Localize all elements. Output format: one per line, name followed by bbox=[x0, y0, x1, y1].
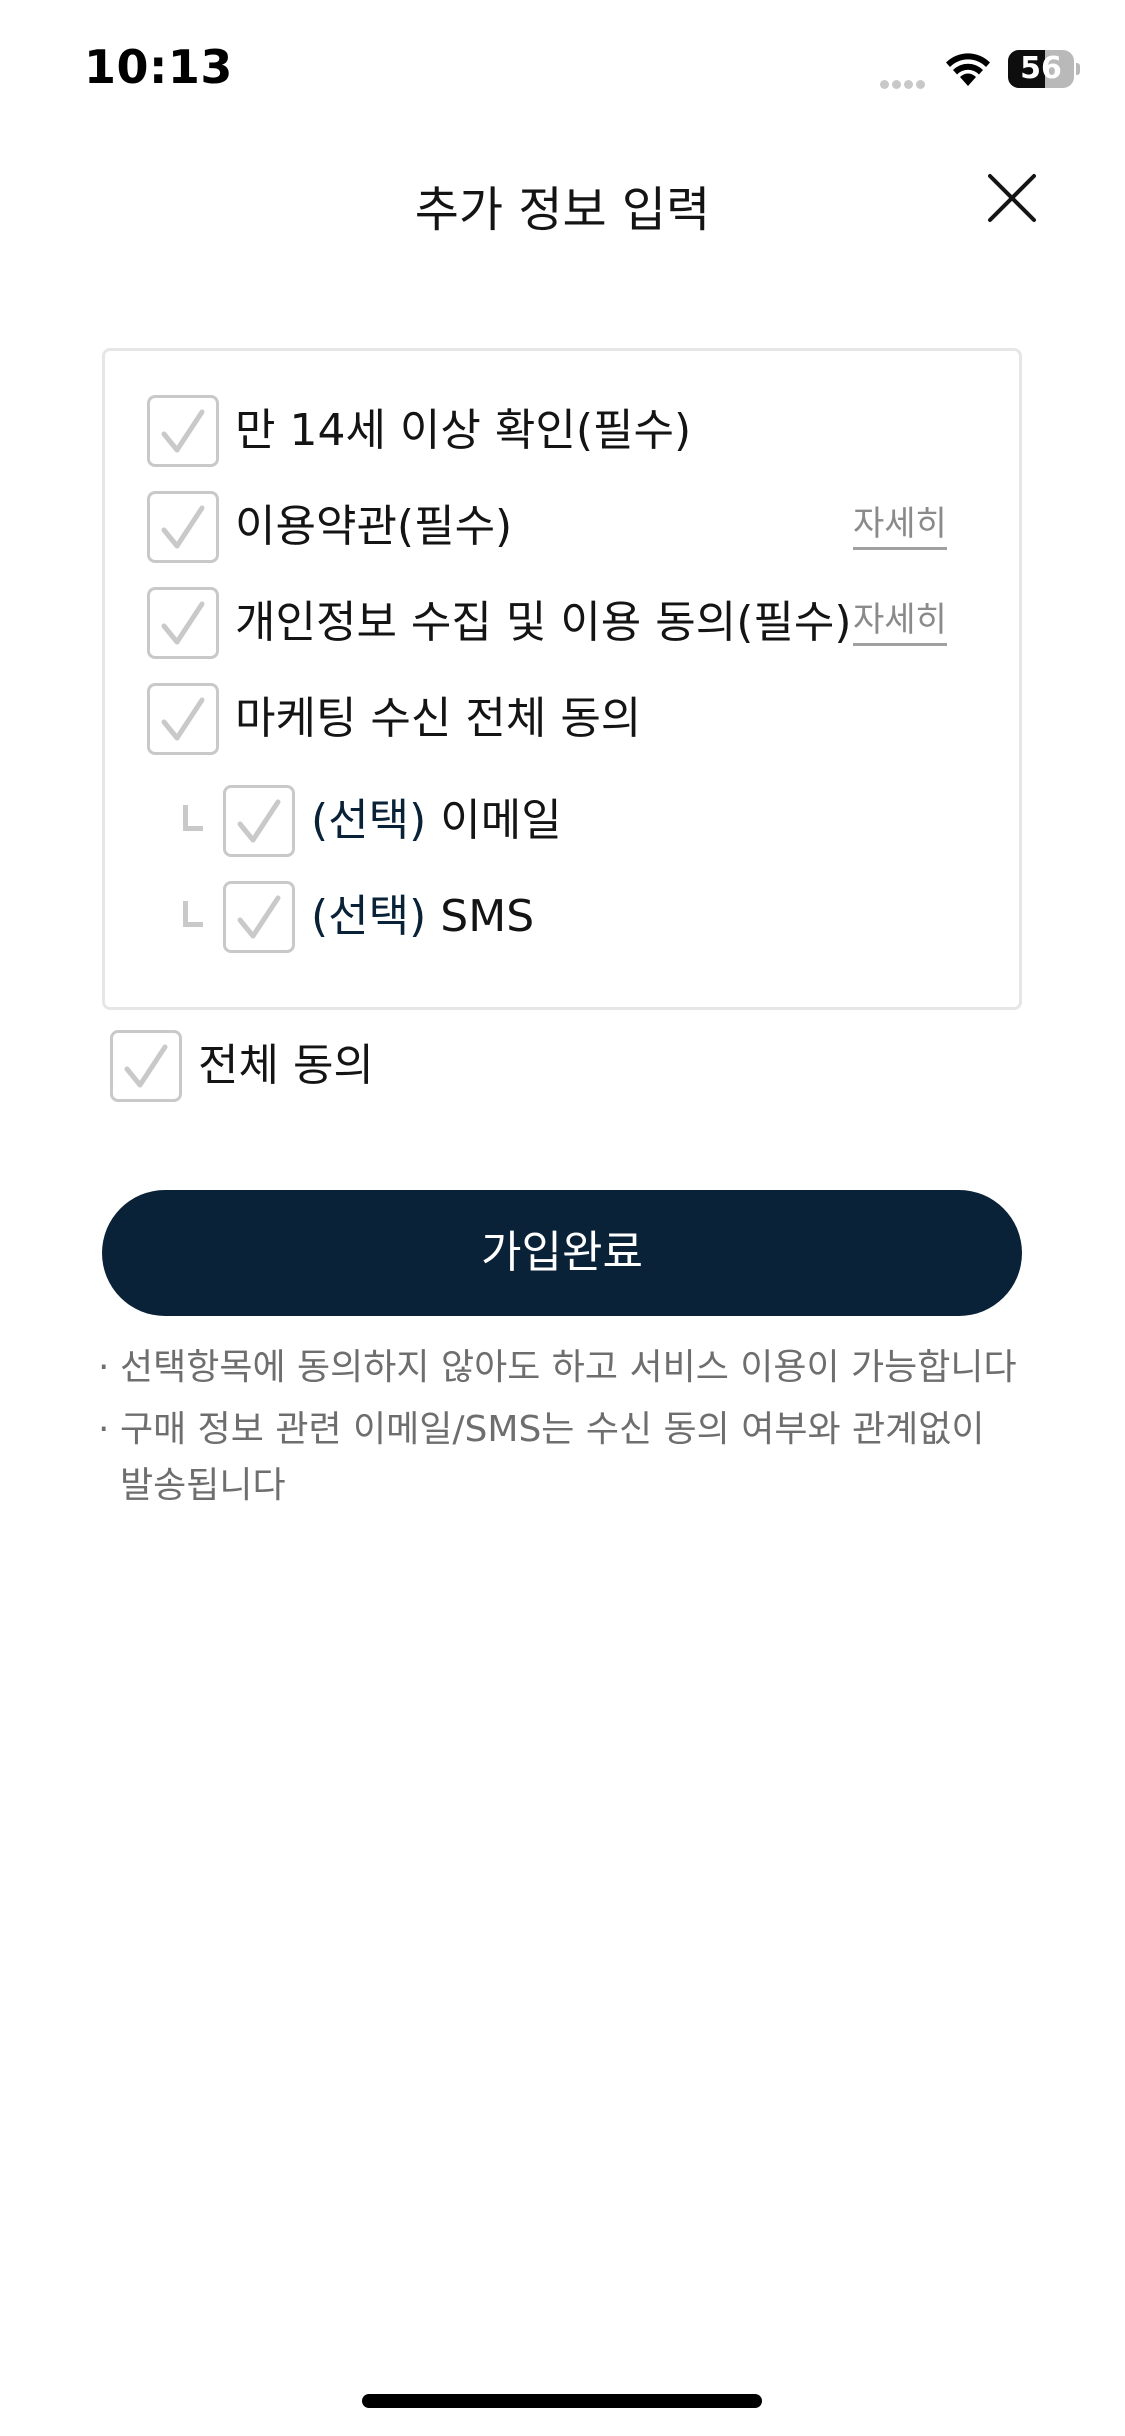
signup-complete-button[interactable]: 가입완료 bbox=[102, 1190, 1022, 1316]
battery-level: 56 bbox=[1020, 51, 1062, 86]
check-icon bbox=[237, 799, 281, 843]
sub-item-branch-icon bbox=[183, 805, 203, 831]
terms-checkbox[interactable] bbox=[147, 491, 219, 563]
bullet: · bbox=[98, 1347, 110, 1388]
agreement-item-privacy: 개인정보 수집 및 이용 동의(필수) 자세히 bbox=[105, 587, 1025, 663]
close-icon bbox=[988, 174, 1036, 222]
optional-tag: (선택) bbox=[311, 891, 427, 942]
notice-item: · 선택항목에 동의하지 않아도 하고 서비스 이용이 가능합니다 bbox=[98, 1340, 1018, 1396]
close-button[interactable] bbox=[980, 166, 1044, 230]
battery-icon: 56 bbox=[1008, 50, 1080, 88]
email-checkbox[interactable] bbox=[223, 785, 295, 857]
agreement-list: 만 14세 이상 확인(필수) 이용약관(필수) 자세히 개인정보 수집 및 이… bbox=[102, 348, 1022, 1010]
agreement-label: 이용약관(필수) bbox=[235, 501, 513, 552]
check-icon bbox=[161, 697, 205, 741]
agreement-item-marketing: 마케팅 수신 전체 동의 bbox=[105, 683, 1025, 759]
notice-text: 구매 정보 관련 이메일/SMS는 수신 동의 여부와 관계없이 발송됩니다 bbox=[120, 1409, 985, 1506]
agreement-item-terms: 이용약관(필수) 자세히 bbox=[105, 491, 1025, 567]
status-bar: 10:13 56 bbox=[0, 0, 1125, 140]
privacy-checkbox[interactable] bbox=[147, 587, 219, 659]
sub-agreement-label: (선택) SMS bbox=[311, 881, 534, 953]
notice-text: 선택항목에 동의하지 않아도 하고 서비스 이용이 가능합니다 bbox=[120, 1347, 1017, 1388]
wifi-icon bbox=[944, 50, 992, 92]
all-agree-checkbox[interactable] bbox=[110, 1030, 182, 1102]
age-confirm-checkbox[interactable] bbox=[147, 395, 219, 467]
sub-agreement-text: 이메일 bbox=[440, 795, 562, 846]
status-time: 10:13 bbox=[84, 40, 233, 94]
cellular-signal-icon bbox=[880, 74, 928, 93]
all-agree-label: 전체 동의 bbox=[198, 1040, 374, 1091]
agreement-subitem-sms: (선택) SMS bbox=[105, 881, 1025, 957]
agreement-label: 마케팅 수신 전체 동의 bbox=[235, 693, 642, 744]
agreement-item-age: 만 14세 이상 확인(필수) bbox=[105, 395, 1025, 471]
signup-additional-info-screen: 10:13 56 추가 정보 입력 만 14세 이상 확인(필수) 이용약관(필… bbox=[0, 0, 1125, 2436]
sub-agreement-label: (선택) 이메일 bbox=[311, 785, 562, 857]
notice-item: · 구매 정보 관련 이메일/SMS는 수신 동의 여부와 관계없이 발송됩니다 bbox=[98, 1402, 1018, 1514]
marketing-checkbox[interactable] bbox=[147, 683, 219, 755]
check-icon bbox=[161, 505, 205, 549]
sub-agreement-text: SMS bbox=[440, 891, 535, 942]
bullet: · bbox=[98, 1409, 110, 1450]
agreement-label: 개인정보 수집 및 이용 동의(필수) bbox=[235, 597, 852, 648]
agreement-label: 만 14세 이상 확인(필수) bbox=[235, 405, 692, 456]
check-icon bbox=[237, 895, 281, 939]
privacy-detail-link[interactable]: 자세히 bbox=[853, 599, 947, 646]
page-title: 추가 정보 입력 bbox=[414, 182, 711, 238]
home-indicator[interactable] bbox=[362, 2394, 762, 2408]
check-icon bbox=[161, 409, 205, 453]
terms-detail-link[interactable]: 자세히 bbox=[853, 503, 947, 550]
notice-list: · 선택항목에 동의하지 않아도 하고 서비스 이용이 가능합니다 · 구매 정… bbox=[98, 1340, 1018, 1520]
check-icon bbox=[124, 1044, 168, 1088]
all-agree-row: 전체 동의 bbox=[110, 1030, 710, 1106]
check-icon bbox=[161, 601, 205, 645]
sms-checkbox[interactable] bbox=[223, 881, 295, 953]
sub-item-branch-icon bbox=[183, 901, 203, 927]
optional-tag: (선택) bbox=[311, 795, 427, 846]
agreement-subitem-email: (선택) 이메일 bbox=[105, 785, 1025, 861]
